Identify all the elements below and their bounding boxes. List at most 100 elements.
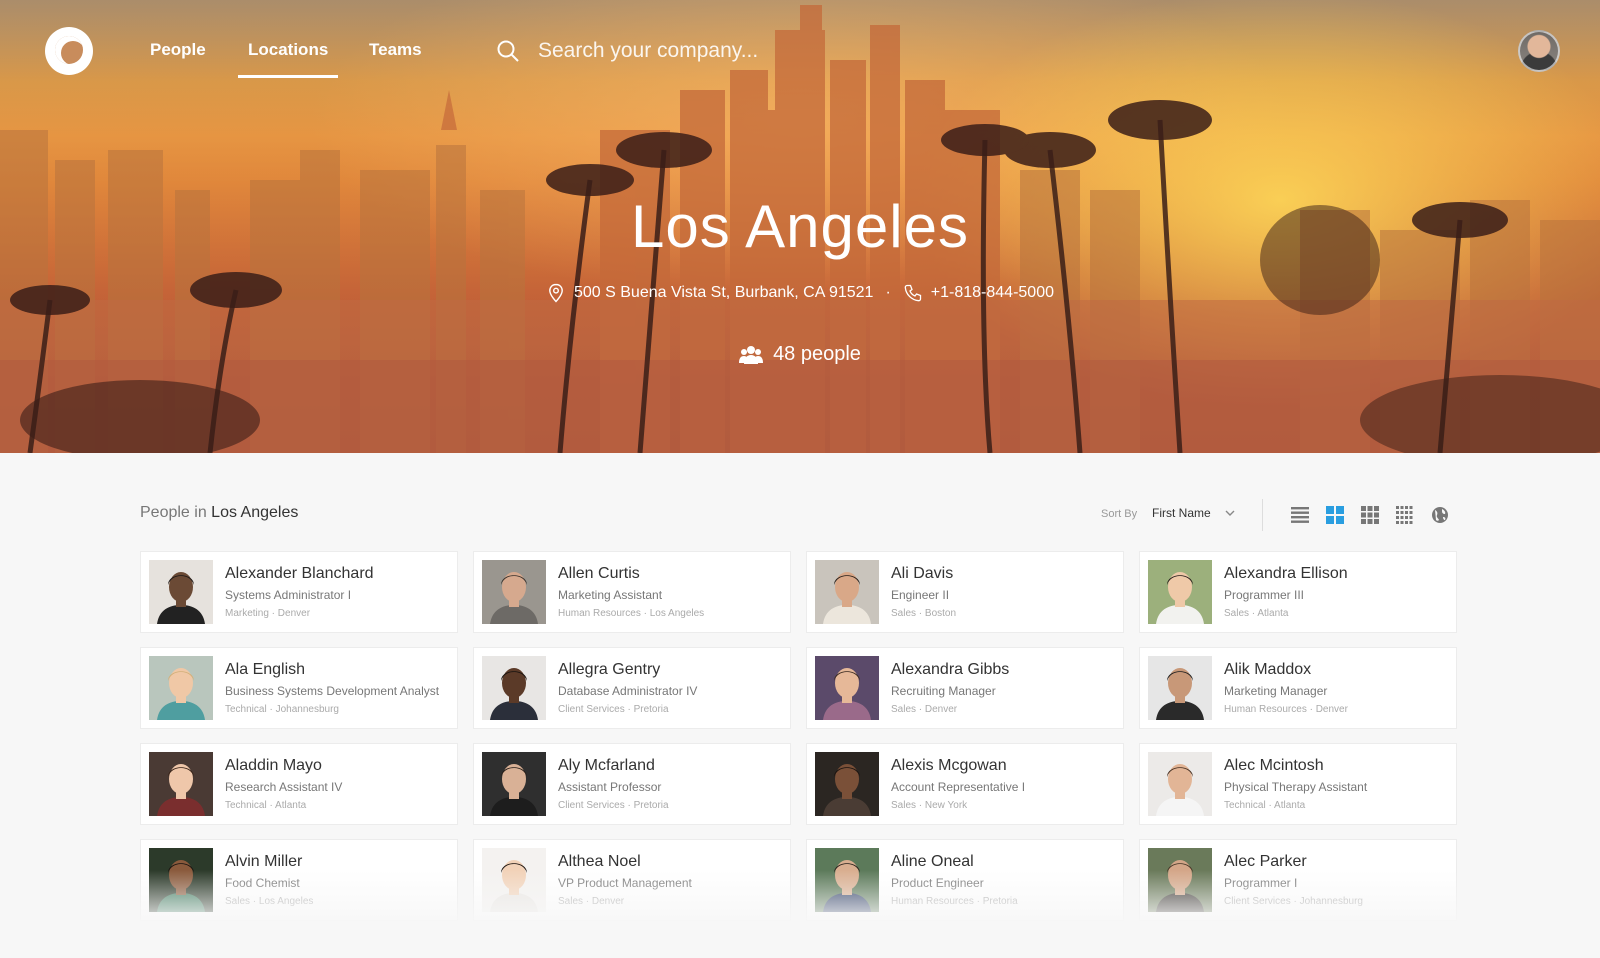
person-card[interactable]: Alec Mcintosh Physical Therapy Assistant T… — [1139, 743, 1457, 825]
meta-separator: · — [885, 284, 891, 301]
person-photo[interactable] — [815, 656, 879, 720]
person-card[interactable]: Alexander Blanchard Systems Administrator… — [140, 551, 458, 633]
user-avatar[interactable] — [1518, 30, 1560, 72]
person-department-location: Human Resources · Los Angeles — [558, 608, 705, 619]
person-card[interactable]: Aly Mcfarland Assistant Professor Client S… — [473, 743, 791, 825]
person-name[interactable]: Ali Davis — [891, 565, 953, 583]
person-name[interactable]: Allen Curtis — [558, 565, 640, 583]
person-photo[interactable] — [1148, 752, 1212, 816]
person-department-location: Client Services · Pretoria — [558, 800, 669, 811]
person-name[interactable]: Alvin Miller — [225, 853, 302, 871]
location-address: 500 S Buena Vista St, Burbank, CA 91521 — [573, 284, 874, 301]
person-role: Business Systems Development Analyst — [225, 684, 440, 698]
person-photo[interactable] — [1148, 848, 1212, 912]
large-grid-view-icon[interactable] — [1325, 506, 1345, 524]
list-view-icon[interactable] — [1290, 506, 1310, 524]
person-role: Programmer I — [1224, 876, 1298, 890]
chevron-down-icon[interactable] — [1224, 508, 1236, 518]
people-count-label: 48 people — [773, 343, 861, 365]
person-department-location: Client Services · Pretoria — [558, 704, 669, 715]
person-department-location: Sales · Boston — [891, 608, 957, 619]
people-heading: People in Los Angeles — [140, 504, 298, 522]
nav-link-people[interactable]: People — [150, 40, 206, 60]
sort-label: Sort By — [1101, 508, 1138, 520]
person-department-location: Sales · New York — [891, 800, 968, 811]
person-department-location: Client Services · Johannesburg — [1224, 896, 1363, 907]
globe-view-icon[interactable] — [1430, 506, 1450, 524]
person-name[interactable]: Alexander Blanchard — [225, 565, 374, 583]
search-input[interactable] — [538, 34, 858, 68]
person-role: Engineer II — [891, 588, 950, 602]
person-name[interactable]: Allegra Gentry — [558, 661, 660, 679]
person-department-location: Technical · Johannesburg — [225, 704, 339, 715]
dense-grid-view-icon[interactable] — [1395, 506, 1415, 524]
location-title: Los Angeles — [631, 193, 969, 260]
search-icon[interactable] — [496, 39, 520, 63]
people-heading-location: Los Angeles — [211, 504, 299, 521]
person-photo[interactable] — [815, 560, 879, 624]
person-department-location: Technical · Atlanta — [1224, 800, 1306, 811]
person-photo[interactable] — [1148, 656, 1212, 720]
person-department-location: Sales · Denver — [891, 704, 958, 715]
next-row-card — [473, 944, 791, 958]
nav-link-locations[interactable]: Locations — [237, 40, 339, 78]
top-navigation: People Locations Teams — [0, 0, 1600, 100]
person-photo[interactable] — [149, 656, 213, 720]
person-card[interactable]: Allen Curtis Marketing Assistant Human Res… — [473, 551, 791, 633]
person-name[interactable]: Aly Mcfarland — [558, 757, 655, 775]
person-role: Account Representative I — [891, 780, 1026, 794]
nav-link-teams[interactable]: Teams — [369, 40, 422, 60]
person-card[interactable]: Alexandra Gibbs Recruiting Manager Sales ·… — [806, 647, 1124, 729]
person-card[interactable]: Alik Maddox Marketing Manager Human Resour… — [1139, 647, 1457, 729]
person-card[interactable]: Alexis Mcgowan Account Representative I Sa… — [806, 743, 1124, 825]
person-card[interactable]: Alvin Miller Food Chemist Sales · Los Ange… — [140, 839, 458, 921]
person-role: Marketing Assistant — [558, 588, 663, 602]
person-photo[interactable] — [482, 560, 546, 624]
person-photo[interactable] — [149, 752, 213, 816]
person-name[interactable]: Alec Parker — [1224, 853, 1307, 871]
person-name[interactable]: Althea Noel — [558, 853, 641, 871]
person-name[interactable]: Alec Mcintosh — [1224, 757, 1324, 775]
person-photo[interactable] — [1148, 560, 1212, 624]
person-name[interactable]: Aline Oneal — [891, 853, 974, 871]
person-role: Research Assistant IV — [225, 780, 343, 794]
phone-icon — [904, 284, 921, 302]
person-name[interactable]: Alexis Mcgowan — [891, 757, 1007, 775]
person-photo[interactable] — [149, 848, 213, 912]
person-department-location: Human Resources · Pretoria — [891, 896, 1018, 907]
person-role: Systems Administrator I — [225, 588, 352, 602]
person-name[interactable]: Ala English — [225, 661, 305, 679]
person-name[interactable]: Alexandra Ellison — [1224, 565, 1348, 583]
person-card[interactable]: Aline Oneal Product Engineer Human Resourc… — [806, 839, 1124, 921]
person-card[interactable]: Althea Noel VP Product Management Sales · … — [473, 839, 791, 921]
person-role: Assistant Professor — [558, 780, 662, 794]
location-meta: 500 S Buena Vista St, Burbank, CA 91521 ·… — [0, 283, 1600, 303]
person-role: Product Engineer — [891, 876, 984, 890]
next-row-card — [1139, 944, 1457, 958]
person-department-location: Technical · Atlanta — [225, 800, 307, 811]
person-card[interactable]: Ali Davis Engineer II Sales · Boston — [806, 551, 1124, 633]
person-department-location: Human Resources · Denver — [1224, 704, 1348, 715]
person-name[interactable]: Alik Maddox — [1224, 661, 1311, 679]
person-photo[interactable] — [482, 656, 546, 720]
person-card[interactable]: Alexandra Ellison Programmer III Sales · A… — [1139, 551, 1457, 633]
person-card[interactable]: Allegra Gentry Database Administrator IV C… — [473, 647, 791, 729]
person-photo[interactable] — [149, 560, 213, 624]
person-name[interactable]: Aladdin Mayo — [225, 757, 322, 775]
person-name[interactable]: Alexandra Gibbs — [891, 661, 1009, 679]
person-card[interactable]: Ala English Business Systems Development … — [140, 647, 458, 729]
person-card[interactable]: Alec Parker Programmer I Client Services ·… — [1139, 839, 1457, 921]
person-department-location: Sales · Atlanta — [1224, 608, 1289, 619]
person-photo[interactable] — [482, 752, 546, 816]
grid-view-icon[interactable] — [1360, 506, 1380, 524]
person-photo[interactable] — [482, 848, 546, 912]
app-logo[interactable] — [45, 27, 93, 75]
person-role: Physical Therapy Assistant — [1224, 780, 1368, 794]
location-phone[interactable]: +1-818-844-5000 — [931, 284, 1054, 301]
people-heading-prefix: People in — [140, 504, 207, 521]
person-card[interactable]: Aladdin Mayo Research Assistant IV Technic… — [140, 743, 458, 825]
sort-select[interactable]: First Name — [1152, 506, 1211, 520]
person-photo[interactable] — [815, 848, 879, 912]
person-role: Database Administrator IV — [558, 684, 698, 698]
person-photo[interactable] — [815, 752, 879, 816]
